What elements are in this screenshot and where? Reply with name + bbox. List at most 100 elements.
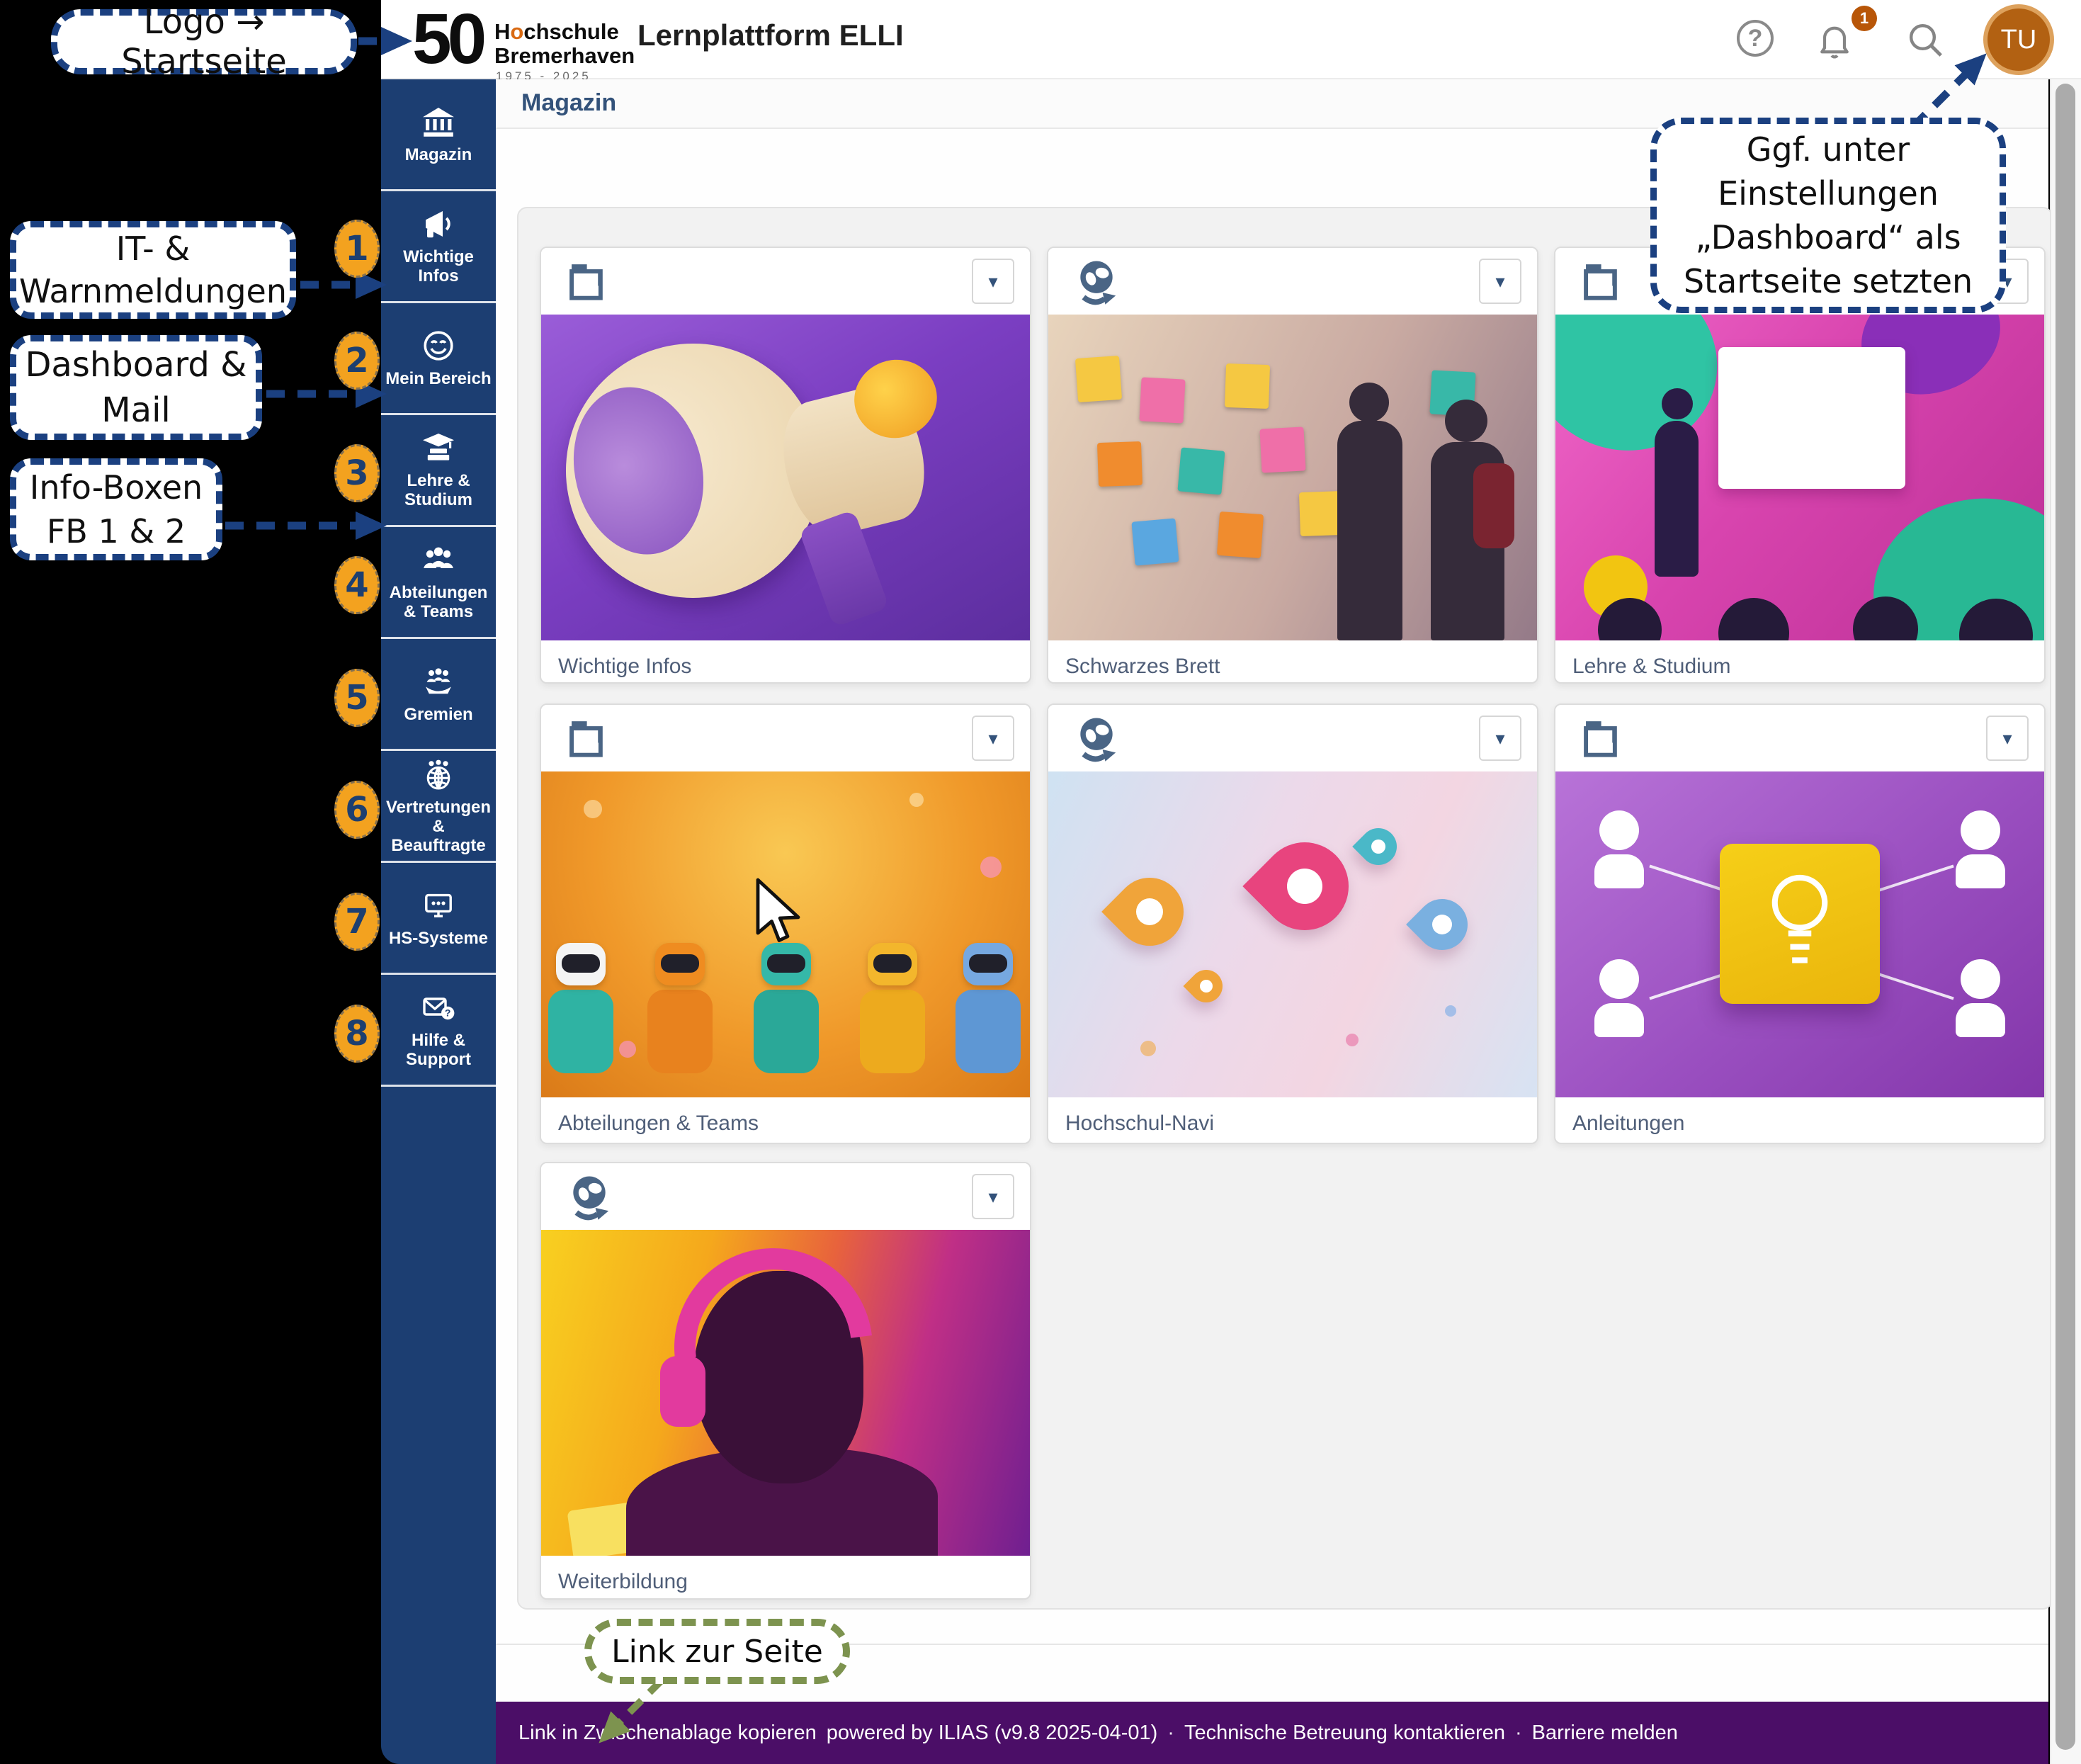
scrollbar-thumb[interactable] [2056,84,2075,1750]
search-button[interactable] [1905,20,1945,60]
card-image-megaphone[interactable] [541,315,1030,640]
header: 50 HochschuleBremerhaven 1975 - 2025 Ler… [381,0,2081,79]
note-dashboard-startseite-setzen: Ggf. unter Einstellungen „Dashboard“ als… [1650,118,2006,313]
card-title[interactable]: Weiterbildung [541,1556,1030,1594]
sidebar-item-label: Vertretungen & Beauftragte [385,798,492,855]
card-actions-dropdown[interactable]: ▾ [972,716,1014,761]
badge-3: 3 [334,444,380,502]
card-schwarzes-brett[interactable]: ▾ Schwarzes Brett [1047,247,1538,684]
logo-hochschule-bremerhaven[interactable]: 50 HochschuleBremerhaven 1975 - 2025 [412,3,625,77]
weblink-icon [565,1173,613,1221]
folder-icon [565,258,613,306]
chevron-down-icon: ▾ [1495,271,1504,293]
mouse-cursor [754,878,805,946]
sidebar-item-label: Magazin [385,145,492,164]
card-image-presentation[interactable] [1555,315,2044,640]
card-title[interactable]: Abteilungen & Teams [541,1097,1030,1136]
card-image-headphones[interactable] [541,1230,1030,1556]
footer-separator: · [1167,1721,1174,1745]
footer-separator: · [1515,1721,1522,1745]
card-toolbar: ▾ [541,248,1030,315]
sidebar-item-label: Wichtige Infos [385,247,492,285]
badge-5: 5 [334,669,380,727]
sidebar-item-hilfe-support[interactable]: ? Hilfe & Support [381,975,496,1087]
notifications-button[interactable] [1815,20,1854,60]
logo-50-jubilee: 50 [412,0,482,80]
card-weiterbildung[interactable]: ▾ Weiterbildung [540,1162,1031,1600]
card-title[interactable]: Lehre & Studium [1555,640,2044,679]
badge-4: 4 [334,556,380,614]
card-actions-dropdown[interactable]: ▾ [972,1174,1014,1219]
folder-icon [565,715,613,763]
card-title[interactable]: Anleitungen [1555,1097,2044,1136]
sidebar-item-abteilungen-teams[interactable]: Abteilungen & Teams [381,527,496,639]
badge-7: 7 [334,893,380,951]
card-image-pinboard[interactable] [1048,315,1537,640]
sidebar-item-gremien[interactable]: Gremien [381,639,496,751]
card-toolbar: ▾ [1048,705,1537,771]
card-toolbar: ▾ [541,1163,1030,1230]
sidebar-item-wichtige-infos[interactable]: Wichtige Infos [381,191,496,303]
card-toolbar: ▾ [1555,705,2044,771]
sidebar-item-lehre-studium[interactable]: Lehre & Studium [381,415,496,527]
lightbulb-icon [1761,864,1839,983]
megaphone-icon [421,207,455,241]
chevron-down-icon: ▾ [2002,728,2012,750]
weblink-icon [1072,715,1121,763]
sidebar-item-mein-bereich[interactable]: Mein Bereich [381,303,496,415]
sidebar-item-magazin[interactable]: Magazin [381,79,496,191]
card-actions-dropdown[interactable]: ▾ [1986,716,2029,761]
folder-icon [1580,715,1628,763]
card-wichtige-infos[interactable]: ▾ Wichtige Infos [540,247,1031,684]
weblink-icon [1072,258,1121,306]
mail-question-icon: ? [421,990,455,1024]
badge-1: 1 [334,220,380,278]
card-actions-dropdown[interactable]: ▾ [972,259,1014,304]
card-anleitungen[interactable]: ▾ Anleitungen [1554,703,2046,1144]
card-image-robots[interactable] [541,771,1030,1097]
chevron-down-icon: ▾ [988,271,997,293]
note-logo-startseite: Logo → Startseite [51,9,357,74]
users-icon [421,543,455,577]
sidebar-item-label: Hilfe & Support [385,1031,492,1069]
education-icon [421,431,455,465]
sidebar-item-label: Lehre & Studium [385,471,492,509]
card-hochschul-navi[interactable]: ▾ Hochschul-Navi [1047,703,1538,1144]
sidebar-item-label: Abteilungen & Teams [385,583,492,621]
sidebar-item-vertretungen-beauftragte[interactable]: Vertretungen & Beauftragte [381,751,496,863]
footer-link-support-contact[interactable]: Technische Betreuung kontaktieren [1184,1721,1505,1745]
sidebar-item-hs-systeme[interactable]: HS-Systeme [381,863,496,975]
card-abteilungen-teams[interactable]: ▾ Abteilungen & Teams [540,703,1031,1144]
note-link-zur-seite: Link zur Seite [584,1619,850,1684]
footer-link-powered-by-ilias[interactable]: powered by ILIAS (v9.8 2025-04-01) [827,1721,1158,1745]
card-actions-dropdown[interactable]: ▾ [1479,716,1521,761]
committee-icon [421,665,455,699]
ilias-lernplattform-screenshot: 50 HochschuleBremerhaven 1975 - 2025 Ler… [0,0,2081,1764]
search-icon [1905,20,1945,60]
card-image-map-pins[interactable] [1048,771,1537,1097]
chevron-down-icon: ▾ [1495,728,1504,750]
user-avatar[interactable]: TU [1983,4,2054,75]
card-title[interactable]: Hochschul-Navi [1048,1097,1537,1136]
bell-icon [1815,20,1854,60]
notification-count-badge: 1 [1852,6,1877,31]
badge-2: 2 [334,332,380,390]
help-button[interactable]: ? [1737,20,1776,60]
breadcrumb-magazin[interactable]: Magazin [521,89,616,117]
card-title[interactable]: Schwarzes Brett [1048,640,1537,679]
logo-name: HochschuleBremerhaven [494,20,635,68]
footer-link-copy-permalink[interactable]: Link in Zwischenablage kopieren [518,1721,817,1745]
sidebar-item-label: Gremien [385,705,492,724]
main-sidebar: Magazin Wichtige Infos Mein Bereich Lehr… [381,79,496,1764]
card-actions-dropdown[interactable]: ▾ [1479,259,1521,304]
svg-text:?: ? [445,1007,451,1019]
footer-link-report-barrier[interactable]: Barriere melden [1532,1721,1678,1745]
card-title[interactable]: Wichtige Infos [541,640,1030,679]
smiley-icon [421,329,455,363]
card-toolbar: ▾ [541,705,1030,771]
note-infoboxen-fb: Info-Boxen FB 1 & 2 [10,458,222,560]
globe-users-icon [421,757,455,791]
chevron-down-icon: ▾ [988,728,997,750]
sidebar-item-label: Mein Bereich [385,369,492,388]
card-image-lightbulb[interactable] [1555,771,2044,1097]
